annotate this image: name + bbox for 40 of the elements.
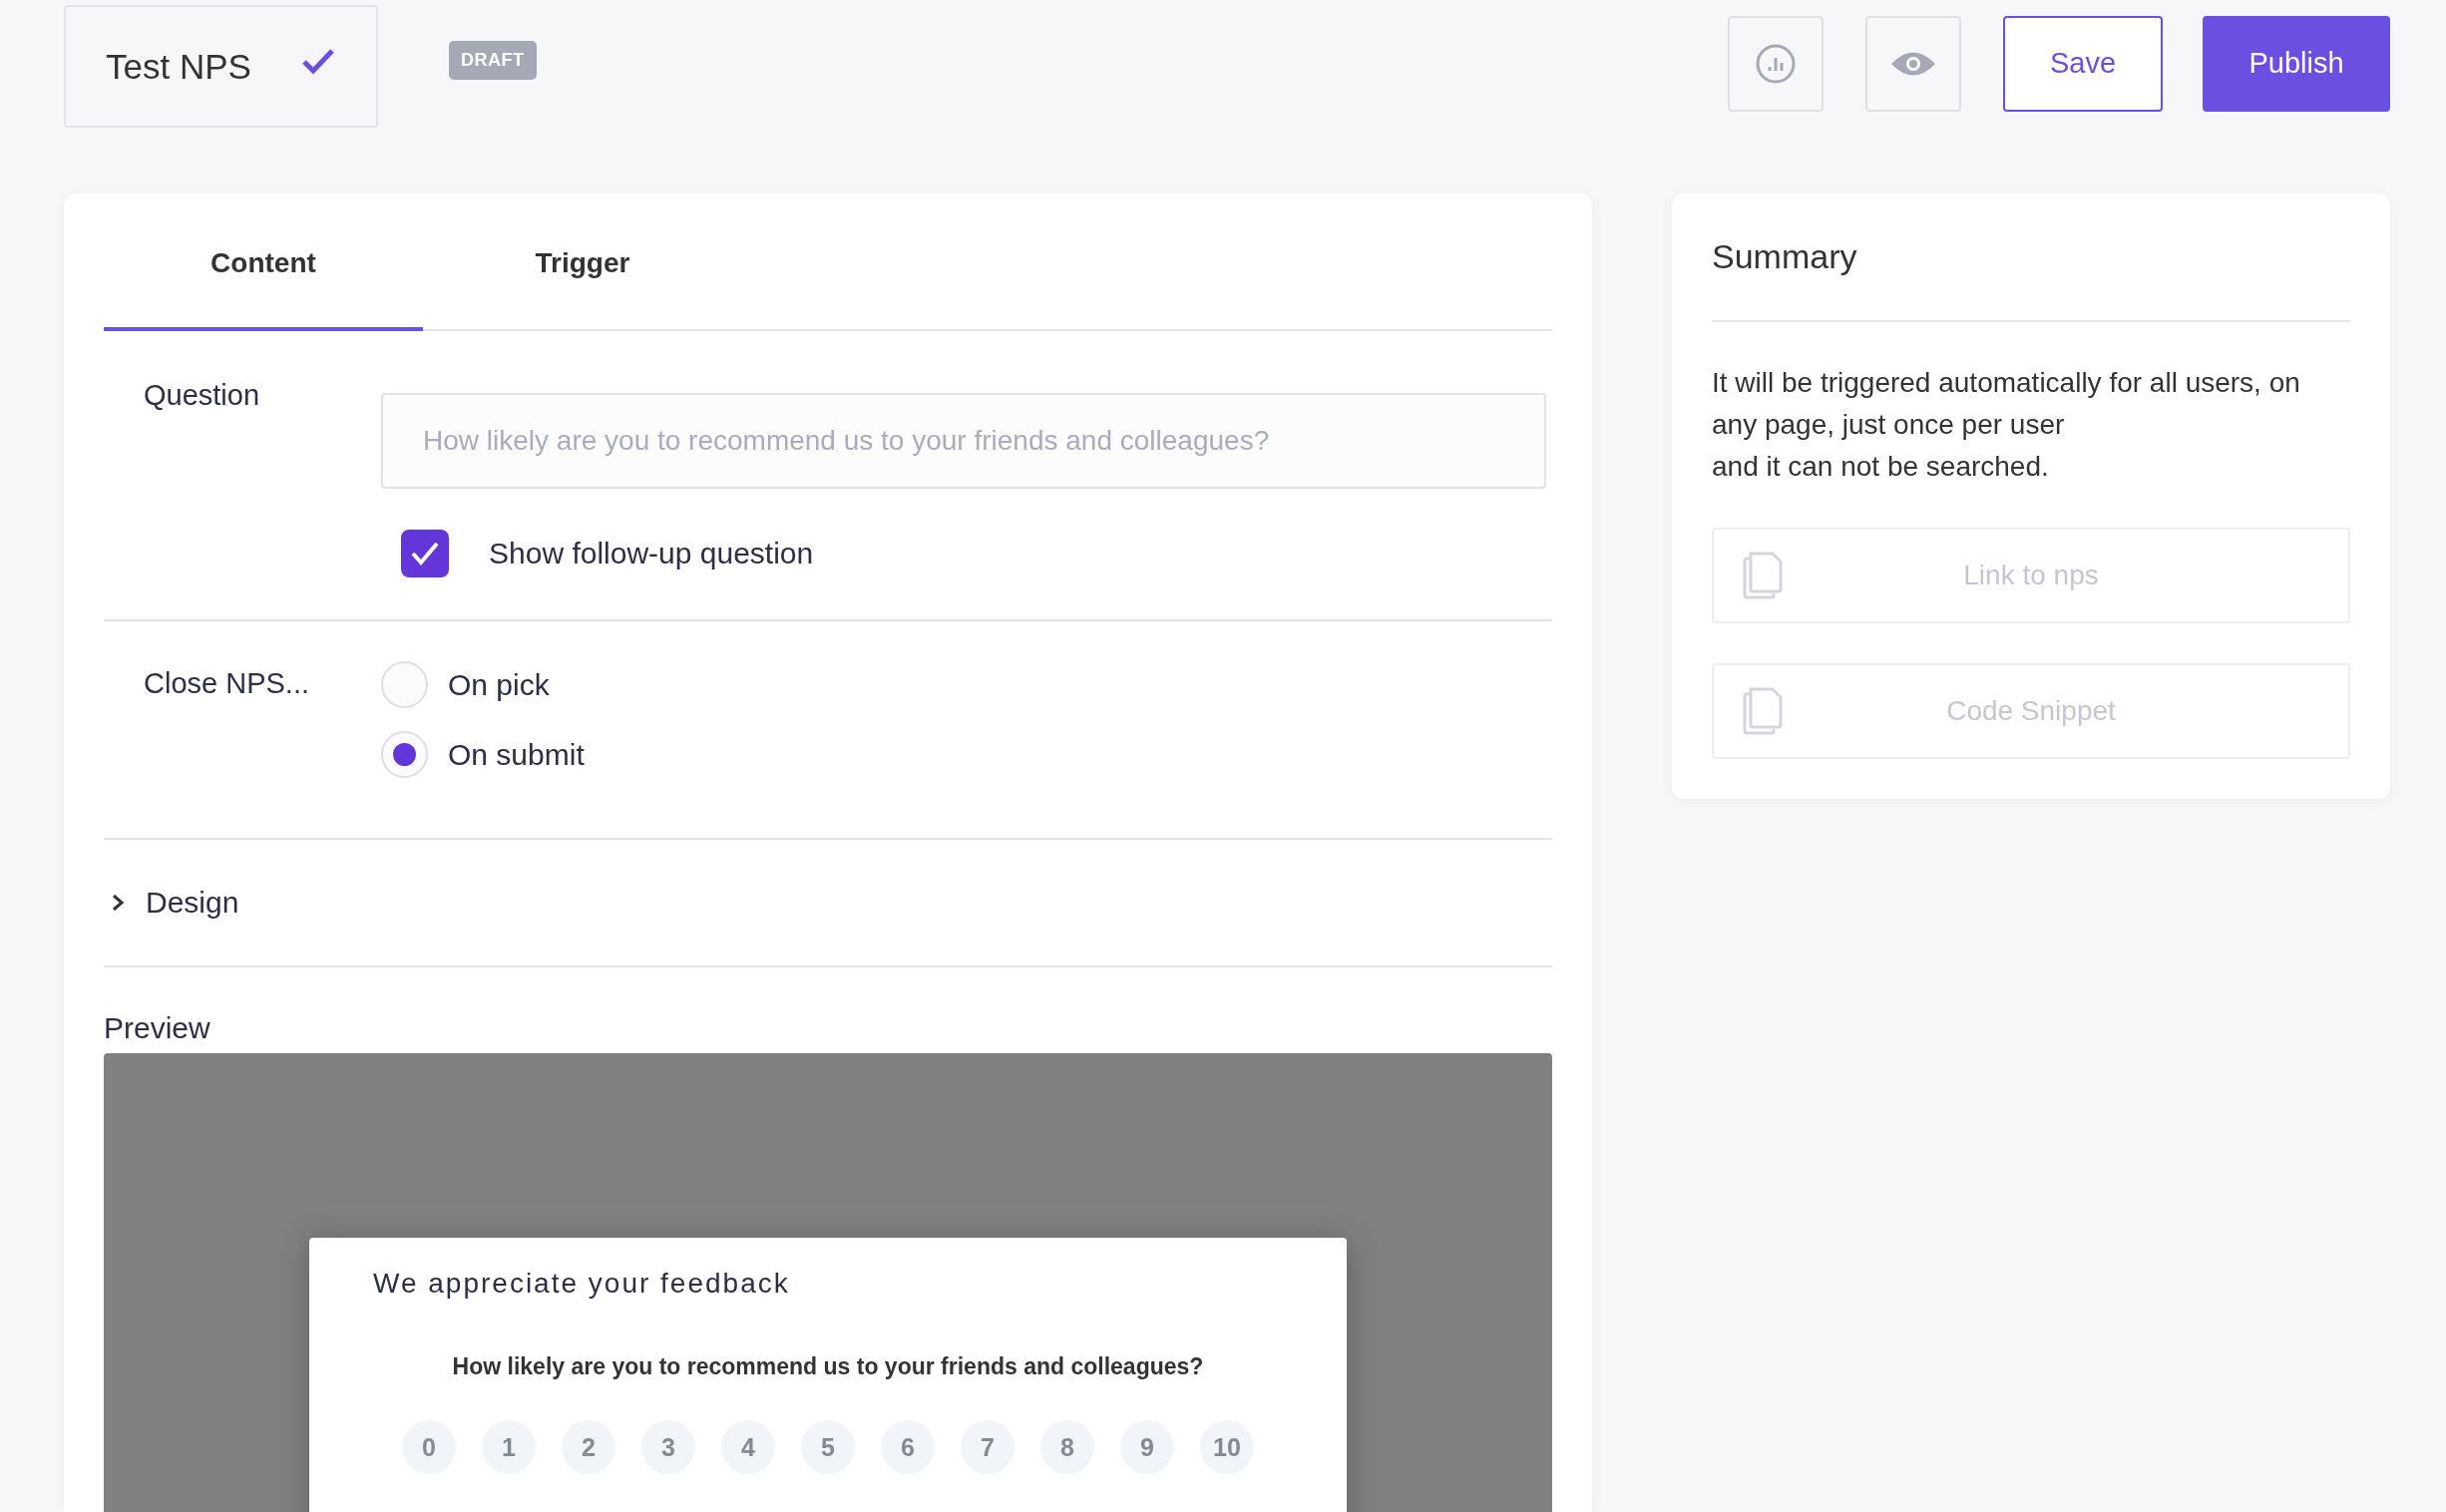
status-badge: DRAFT: [449, 41, 537, 80]
publish-button[interactable]: Publish: [2203, 15, 2390, 112]
score-button[interactable]: 10: [1200, 1420, 1254, 1474]
design-toggle[interactable]: Design: [110, 886, 239, 920]
copy-button[interactable]: Code Snippet: [1712, 663, 2350, 759]
preview-button[interactable]: [1865, 15, 1961, 112]
score-button[interactable]: 5: [801, 1420, 855, 1474]
save-button[interactable]: Save: [2003, 15, 2163, 112]
tab[interactable]: Trigger: [423, 193, 742, 331]
score-button[interactable]: 4: [721, 1420, 775, 1474]
tab[interactable]: Content: [104, 193, 423, 331]
survey-title[interactable]: Test NPS: [106, 46, 251, 87]
radio-button[interactable]: [381, 661, 428, 708]
score-button[interactable]: 3: [641, 1420, 695, 1474]
score-button[interactable]: 8: [1040, 1420, 1094, 1474]
section-heading: Preview: [104, 1011, 211, 1045]
field-label: Close NPS...: [143, 666, 310, 701]
field-label: Question: [143, 379, 261, 413]
question-field[interactable]: How likely are you to recommend us to your friends and colleagues?: [381, 393, 1546, 489]
score-button[interactable]: 9: [1120, 1420, 1174, 1474]
score-button[interactable]: 7: [961, 1420, 1015, 1474]
checkbox[interactable]: [401, 530, 449, 577]
copy-icon: [1742, 551, 1784, 600]
card-title: Summary: [1712, 237, 2350, 322]
popup-question: How likely are you to recommend us to your friends and colleagues?: [451, 1353, 1205, 1380]
summary-text: It will be triggered automatically for all users, on any page, just once per user and it can not be searched.: [1712, 366, 2301, 484]
copy-button[interactable]: Link to nps: [1712, 528, 2350, 623]
score-button[interactable]: 2: [562, 1420, 615, 1474]
copy-icon: [1742, 686, 1784, 736]
score-button[interactable]: 6: [881, 1420, 935, 1474]
stats-button[interactable]: [1728, 15, 1824, 112]
score-button[interactable]: 0: [402, 1420, 456, 1474]
checkbox-label: Show follow-up question: [489, 537, 814, 570]
radio-button[interactable]: [381, 731, 428, 778]
score-button[interactable]: 1: [482, 1420, 536, 1474]
checkmark-icon: [409, 540, 441, 567]
radio-label: On pick: [448, 667, 550, 702]
popup-title: We appreciate your feedback: [373, 1268, 791, 1300]
bar-chart-icon: [1755, 42, 1797, 85]
radio-label: On submit: [448, 737, 585, 772]
